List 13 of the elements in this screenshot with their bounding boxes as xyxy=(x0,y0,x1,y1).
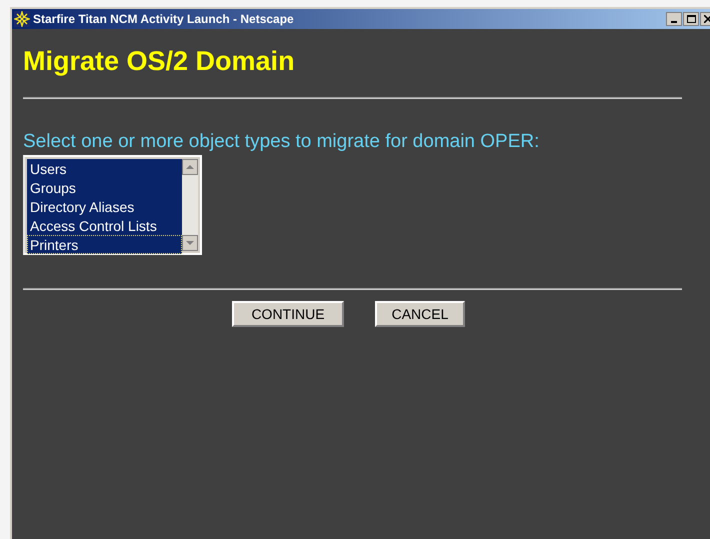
scrollbar[interactable] xyxy=(182,159,198,251)
star-icon xyxy=(14,11,30,27)
maximize-button[interactable] xyxy=(683,12,699,26)
scroll-up-icon[interactable] xyxy=(182,159,198,175)
object-type-list[interactable]: Users Groups Directory Aliases Access Control Lists Printers xyxy=(23,155,202,255)
scroll-down-icon[interactable] xyxy=(182,235,198,251)
window-title: Starfire Titan NCM Activity Launch - Netscape xyxy=(33,11,294,28)
cancel-button[interactable]: CANCEL xyxy=(375,301,465,327)
minimize-button[interactable] xyxy=(666,12,682,26)
continue-button[interactable]: CONTINUE xyxy=(232,301,344,327)
list-item[interactable]: Printers xyxy=(27,235,182,254)
prompt-text: Select one or more object types to migrate for domain OPER: xyxy=(23,131,540,153)
page-heading: Migrate OS/2 Domain xyxy=(23,45,296,77)
